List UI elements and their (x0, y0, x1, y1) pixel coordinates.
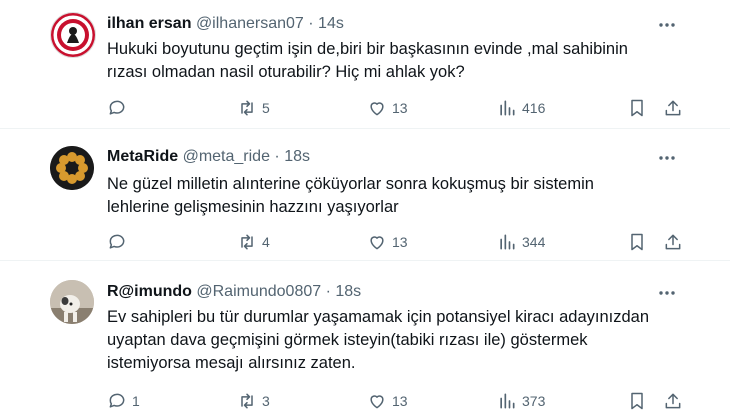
bookmark-icon (631, 99, 643, 117)
timestamp[interactable]: 18s (284, 148, 310, 165)
views-chart-icon (500, 100, 515, 116)
retweet-icon (241, 393, 253, 409)
retweet-button[interactable]: 4 (237, 230, 270, 254)
reply-icon (109, 100, 125, 115)
reply-icon (109, 234, 125, 249)
like-button[interactable]: 13 (367, 96, 408, 120)
tweet-text-line: rızası olmadan nasil oturabilir? Hiç mi … (107, 63, 465, 81)
bookmark-button[interactable] (627, 96, 647, 120)
bookmark-button[interactable] (627, 230, 647, 254)
display-name[interactable]: MetaRide (107, 148, 178, 165)
views-button[interactable]: 416 (497, 96, 545, 120)
retweet-icon (241, 234, 253, 250)
avatar[interactable] (50, 146, 94, 190)
heart-icon (370, 236, 384, 250)
tweet-text: Hukuki boyutunu geçtim işin de,biri bir … (107, 38, 707, 84)
retweet-button[interactable]: 3 (237, 389, 270, 413)
separator-dot: · (308, 15, 314, 32)
retweet-icon (241, 100, 253, 116)
tweet-text-line: uyaptan dava geçmişini görmek isteyin(ta… (107, 331, 588, 349)
tweet-text-line: istemiyorsa mesajı alırsınız zaten. (107, 354, 356, 372)
tweet-text-line: Ne güzel milletin alınterine çöküyorlar … (107, 175, 594, 193)
retweet-count: 5 (262, 100, 270, 116)
separator-dot: · (325, 283, 331, 300)
tweet-header: R@imundo @Raimundo0807 · 18s (107, 283, 361, 301)
retweet-button[interactable]: 5 (237, 96, 270, 120)
share-icon (665, 393, 681, 409)
more-options-icon[interactable] (656, 147, 678, 169)
like-count: 13 (392, 100, 408, 116)
tweet-header: MetaRide @meta_ride · 18s (107, 148, 310, 166)
views-chart-icon (500, 393, 515, 409)
heart-icon (370, 395, 384, 409)
tweet-text-line: lehlerine gelişmesinin hazzını yaşıyorla… (107, 198, 399, 216)
view-count: 344 (522, 234, 546, 250)
tweet-text-line: Ev sahipleri bu tür durumlar yaşamamak i… (107, 308, 650, 326)
share-button[interactable] (663, 96, 683, 120)
tweet-text: Ev sahipleri bu tür durumlar yaşamamak i… (107, 306, 707, 375)
handle[interactable]: @ilhanersan07 (196, 15, 304, 32)
heart-icon (370, 102, 384, 116)
reply-button[interactable]: 1 (107, 389, 140, 413)
bookmark-icon (631, 392, 643, 410)
separator-dot: · (274, 148, 280, 165)
like-button[interactable]: 13 (367, 389, 408, 413)
reply-button[interactable] (107, 96, 132, 120)
reply-count: 1 (132, 393, 140, 409)
reply-icon (109, 393, 125, 408)
tweet[interactable]: MetaRide @meta_ride · 18s Ne güzel mille… (0, 128, 730, 261)
share-icon (665, 100, 681, 116)
views-chart-icon (500, 234, 515, 250)
tweet[interactable]: R@imundo @Raimundo0807 · 18s Ev sahipler… (0, 260, 730, 420)
reply-button[interactable] (107, 230, 132, 254)
handle[interactable]: @Raimundo0807 (196, 283, 321, 300)
view-count: 373 (522, 393, 546, 409)
like-button[interactable]: 13 (367, 230, 408, 254)
action-bar: 1 3 13 373 (107, 389, 687, 413)
action-bar: 4 13 344 (107, 230, 687, 254)
view-count: 416 (522, 100, 546, 116)
avatar[interactable] (50, 12, 96, 58)
tweet[interactable]: ilhan ersan @ilhanersan07 · 14s Hukuki b… (0, 0, 730, 129)
more-options-icon[interactable] (656, 14, 678, 36)
share-button[interactable] (663, 389, 683, 413)
timestamp[interactable]: 18s (335, 283, 361, 300)
bookmark-button[interactable] (627, 389, 647, 413)
tweet-header: ilhan ersan @ilhanersan07 · 14s (107, 15, 344, 33)
display-name[interactable]: R@imundo (107, 283, 192, 300)
more-options-icon[interactable] (656, 282, 678, 304)
action-bar: 5 13 416 (107, 96, 687, 120)
timestamp[interactable]: 14s (318, 15, 344, 32)
share-button[interactable] (663, 230, 683, 254)
avatar[interactable] (50, 280, 94, 324)
views-button[interactable]: 373 (497, 389, 545, 413)
handle[interactable]: @meta_ride (183, 148, 270, 165)
retweet-count: 4 (262, 234, 270, 250)
tweet-text: Ne güzel milletin alınterine çöküyorlar … (107, 173, 707, 219)
like-count: 13 (392, 234, 408, 250)
bookmark-icon (631, 233, 643, 251)
share-icon (665, 234, 681, 250)
like-count: 13 (392, 393, 408, 409)
retweet-count: 3 (262, 393, 270, 409)
display-name[interactable]: ilhan ersan (107, 15, 191, 32)
tweet-text-line: Hukuki boyutunu geçtim işin de,biri bir … (107, 40, 628, 58)
views-button[interactable]: 344 (497, 230, 545, 254)
